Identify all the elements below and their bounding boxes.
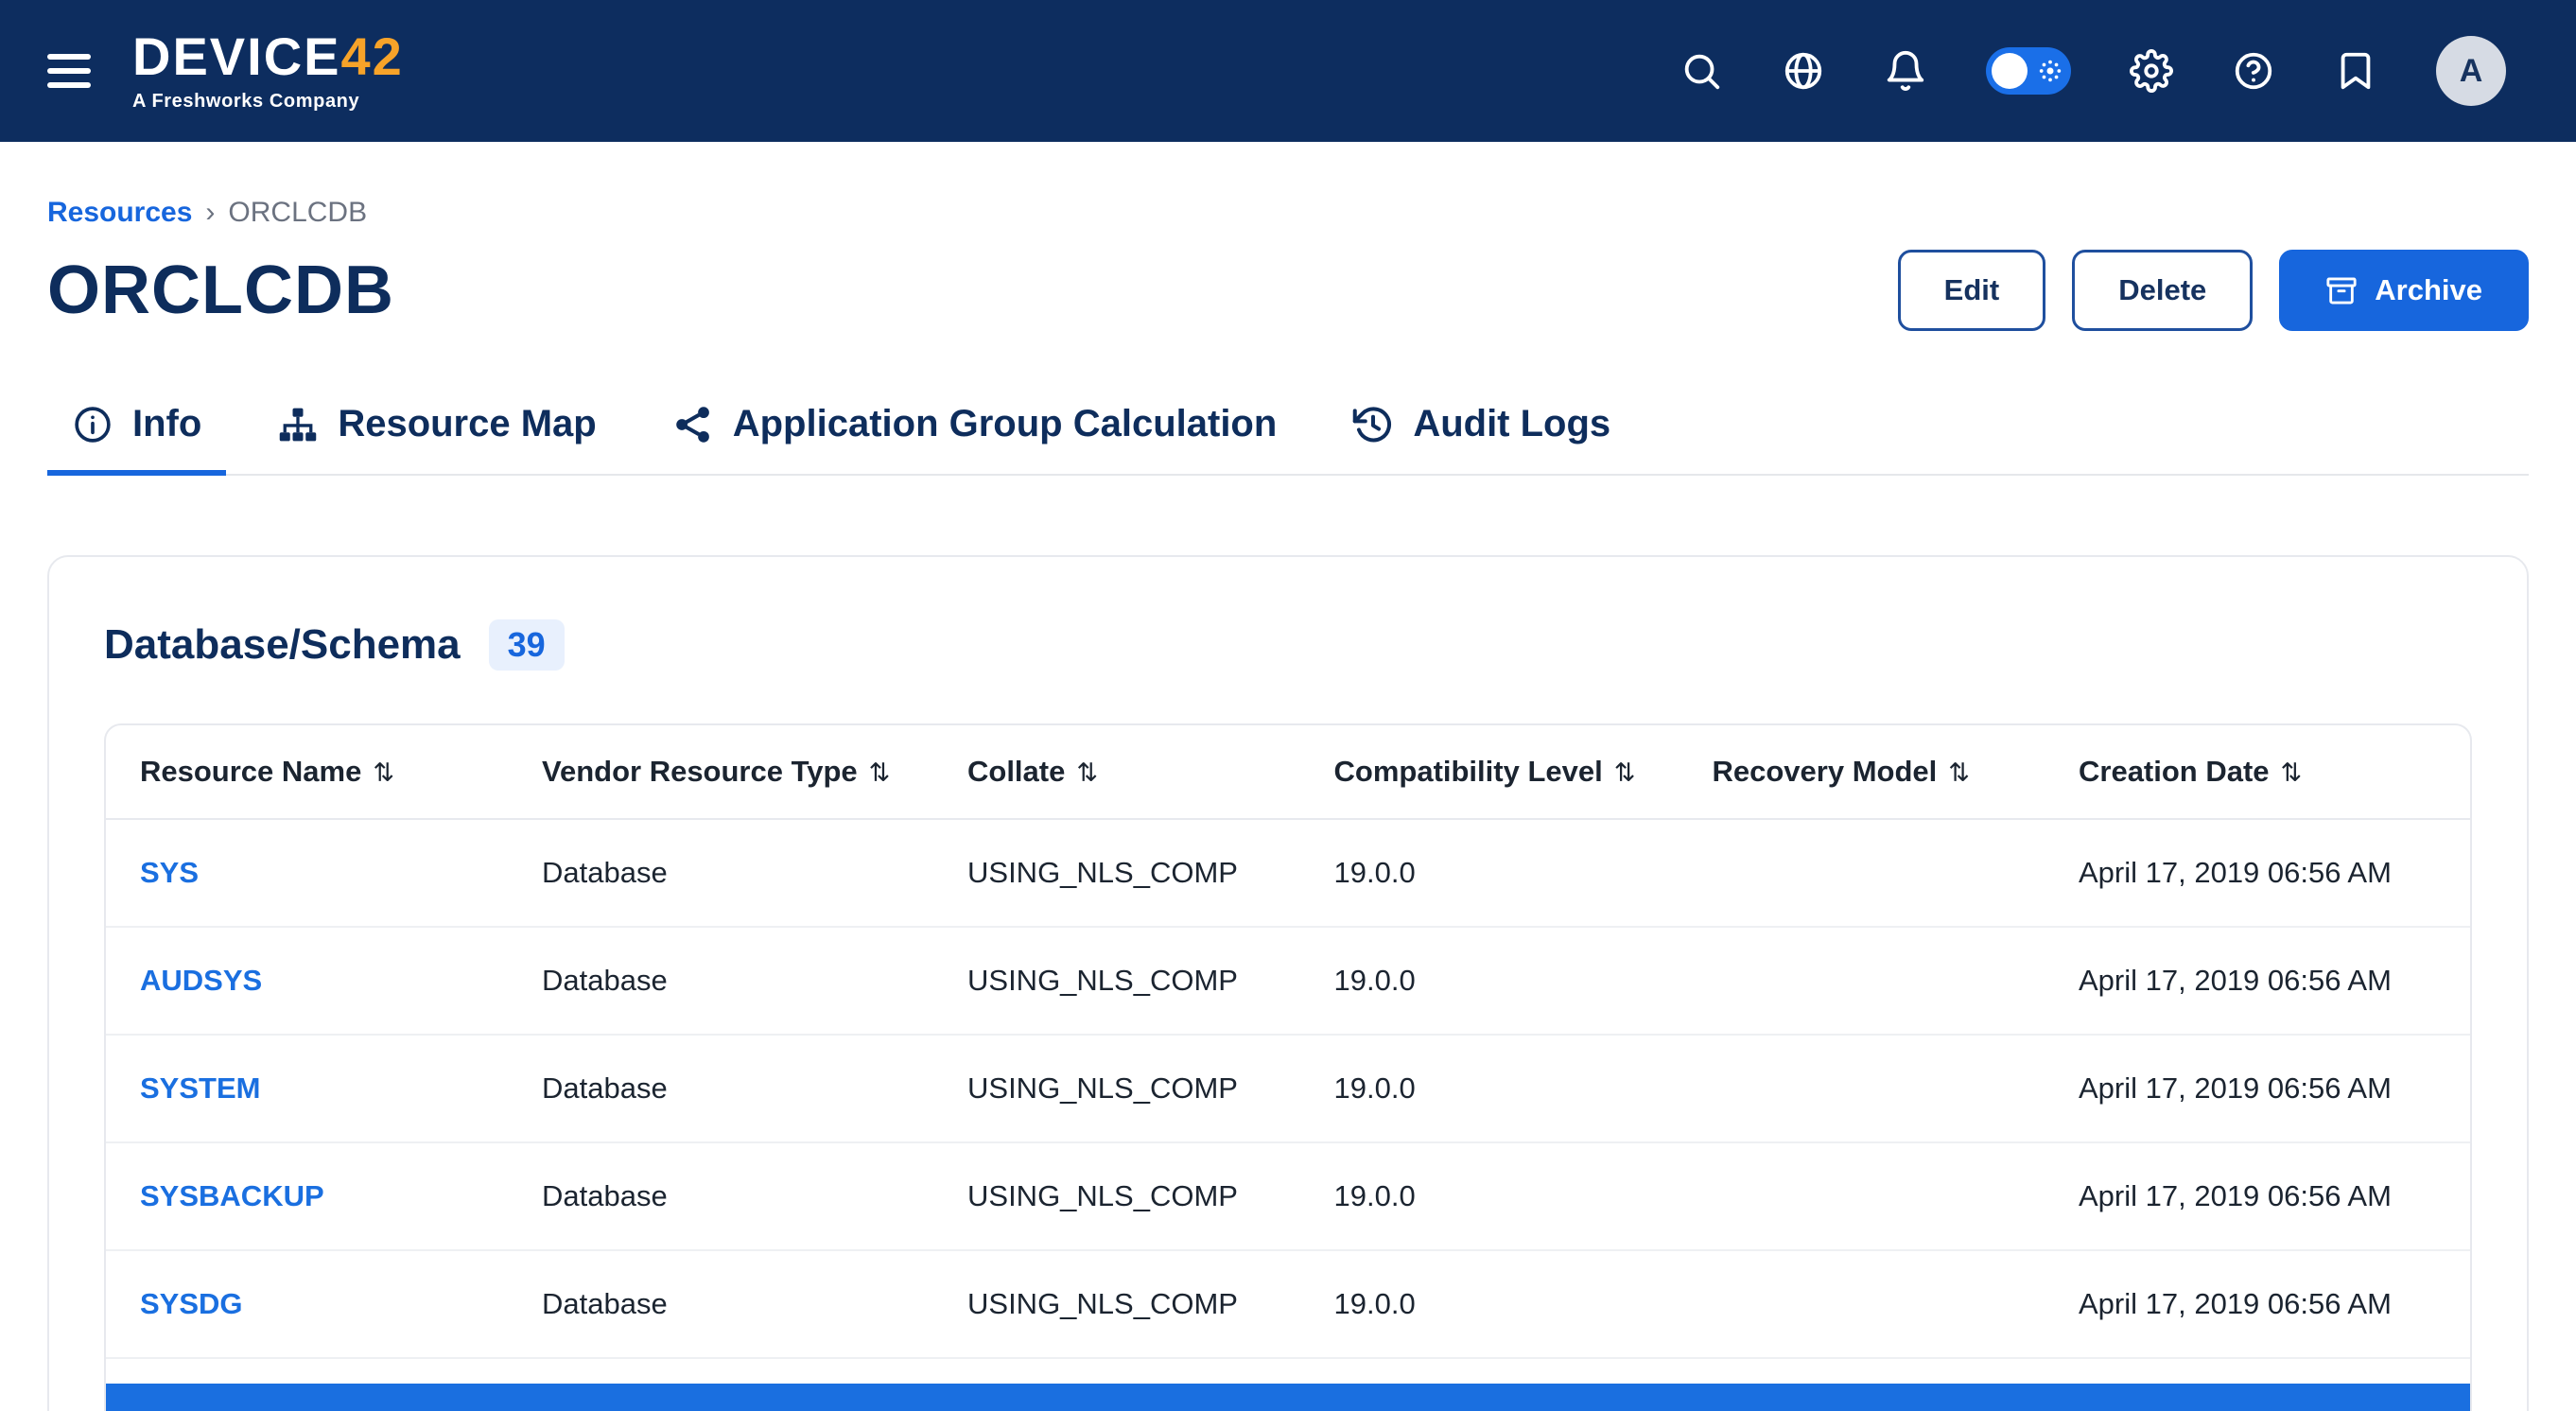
sort-icon: ⇅: [373, 758, 394, 788]
notifications-bell-icon[interactable]: [1884, 49, 1927, 93]
table-header-row: Resource Name⇅ Vendor Resource Type⇅ Col…: [106, 725, 2470, 819]
breadcrumb-resources-link[interactable]: Resources: [47, 197, 192, 229]
tab-info[interactable]: Info: [47, 388, 226, 476]
sort-icon: ⇅: [1076, 758, 1098, 788]
archive-button-label: Archive: [2375, 273, 2482, 307]
bookmark-icon[interactable]: [2334, 49, 2377, 93]
collate-cell: USING_NLS_COMP: [933, 1142, 1300, 1250]
table-row: SYSDG Database USING_NLS_COMP 19.0.0 Apr…: [106, 1250, 2470, 1358]
history-icon: [1352, 404, 1394, 445]
resource-name-link[interactable]: SYS: [106, 819, 508, 927]
table-row: SYS Database USING_NLS_COMP 19.0.0 April…: [106, 819, 2470, 927]
share-nodes-icon: [672, 404, 714, 445]
table-row: SYSBACKUP Database USING_NLS_COMP 19.0.0…: [106, 1142, 2470, 1250]
brand-tagline: A Freshworks Company: [132, 91, 404, 113]
brand-logo[interactable]: DEVICE42 A Freshworks Company: [132, 30, 404, 113]
sort-icon: ⇅: [1614, 758, 1636, 788]
table-body: SYS Database USING_NLS_COMP 19.0.0 April…: [106, 819, 2470, 1358]
tab-audit-logs[interactable]: Audit Logs: [1328, 388, 1635, 476]
sparkle-icon: [2037, 58, 2063, 84]
column-header-vendor-resource-type[interactable]: Vendor Resource Type⇅: [508, 725, 933, 819]
vendor-resource-type-cell: Database: [508, 819, 933, 927]
creation-date-cell: April 17, 2019 06:56 AM: [2045, 1142, 2470, 1250]
column-header-recovery-model[interactable]: Recovery Model⇅: [1679, 725, 2045, 819]
creation-date-cell: April 17, 2019 06:56 AM: [2045, 1035, 2470, 1142]
sort-icon: ⇅: [869, 758, 891, 788]
vendor-resource-type-cell: Database: [508, 1035, 933, 1142]
page-title: ORCLCDB: [47, 252, 394, 329]
page-actions: Edit Delete Archive: [1898, 250, 2529, 331]
recovery-model-cell: [1679, 1250, 2045, 1358]
info-icon: [72, 404, 113, 445]
main-content: Resources › ORCLCDB ORCLCDB Edit Delete …: [0, 142, 2576, 1411]
edit-button[interactable]: Edit: [1898, 250, 2046, 331]
gear-icon[interactable]: [2130, 49, 2173, 93]
tab-audit-logs-label: Audit Logs: [1413, 403, 1610, 445]
menu-icon[interactable]: [47, 46, 91, 96]
brand-accent: 42: [341, 26, 404, 86]
search-icon[interactable]: [1680, 49, 1723, 93]
avatar[interactable]: A: [2436, 36, 2506, 106]
compatibility-level-cell: 19.0.0: [1300, 1035, 1679, 1142]
column-header-creation-date[interactable]: Creation Date⇅: [2045, 725, 2470, 819]
resource-name-link[interactable]: SYSBACKUP: [106, 1142, 508, 1250]
toggle-knob: [1992, 53, 2028, 89]
recovery-model-cell: [1679, 1142, 2045, 1250]
database-schema-card: Database/Schema 39 Resource Name⇅ Vendor…: [47, 555, 2529, 1411]
tab-info-label: Info: [132, 403, 201, 445]
archive-button[interactable]: Archive: [2279, 250, 2529, 331]
tab-resource-map-label: Resource Map: [338, 403, 596, 445]
recovery-model-cell: [1679, 927, 2045, 1035]
recovery-model-cell: [1679, 1035, 2045, 1142]
help-icon[interactable]: [2232, 49, 2275, 93]
sort-icon: ⇅: [2281, 758, 2303, 788]
column-header-resource-name[interactable]: Resource Name⇅: [106, 725, 508, 819]
column-header-compatibility-level[interactable]: Compatibility Level⇅: [1300, 725, 1679, 819]
compatibility-level-cell: 19.0.0: [1300, 1142, 1679, 1250]
collate-cell: USING_NLS_COMP: [933, 1035, 1300, 1142]
clipped-bottom-bar: [106, 1384, 2470, 1411]
sort-icon: ⇅: [1948, 758, 1970, 788]
sitemap-icon: [277, 404, 319, 445]
theme-toggle[interactable]: [1986, 47, 2071, 95]
vendor-resource-type-cell: Database: [508, 927, 933, 1035]
compatibility-level-cell: 19.0.0: [1300, 819, 1679, 927]
creation-date-cell: April 17, 2019 06:56 AM: [2045, 927, 2470, 1035]
table-row: AUDSYS Database USING_NLS_COMP 19.0.0 Ap…: [106, 927, 2470, 1035]
tab-bar: Info Resource Map Application Group Calc…: [47, 388, 2529, 476]
resource-name-link[interactable]: SYSDG: [106, 1250, 508, 1358]
compatibility-level-cell: 19.0.0: [1300, 1250, 1679, 1358]
section-title: Database/Schema: [104, 621, 461, 669]
collate-cell: USING_NLS_COMP: [933, 927, 1300, 1035]
globe-icon[interactable]: [1782, 49, 1825, 93]
collate-cell: USING_NLS_COMP: [933, 1250, 1300, 1358]
creation-date-cell: April 17, 2019 06:56 AM: [2045, 819, 2470, 927]
collate-cell: USING_NLS_COMP: [933, 819, 1300, 927]
column-header-collate[interactable]: Collate⇅: [933, 725, 1300, 819]
tab-resource-map[interactable]: Resource Map: [252, 388, 620, 476]
top-navbar: DEVICE42 A Freshworks Company A: [0, 0, 2576, 142]
breadcrumb-current: ORCLCDB: [228, 197, 367, 229]
creation-date-cell: April 17, 2019 06:56 AM: [2045, 1250, 2470, 1358]
archive-icon: [2325, 274, 2358, 306]
table-row: SYSTEM Database USING_NLS_COMP 19.0.0 Ap…: [106, 1035, 2470, 1142]
delete-button[interactable]: Delete: [2072, 250, 2253, 331]
brand-name: DEVICE42: [132, 30, 404, 83]
resource-name-link[interactable]: SYSTEM: [106, 1035, 508, 1142]
breadcrumb-separator: ›: [205, 197, 215, 229]
database-schema-table: Resource Name⇅ Vendor Resource Type⇅ Col…: [104, 723, 2472, 1411]
tab-application-group-calculation[interactable]: Application Group Calculation: [648, 388, 1302, 476]
compatibility-level-cell: 19.0.0: [1300, 927, 1679, 1035]
count-badge: 39: [489, 619, 565, 671]
tab-application-group-calculation-label: Application Group Calculation: [733, 403, 1278, 445]
resource-name-link[interactable]: AUDSYS: [106, 927, 508, 1035]
vendor-resource-type-cell: Database: [508, 1250, 933, 1358]
vendor-resource-type-cell: Database: [508, 1142, 933, 1250]
recovery-model-cell: [1679, 819, 2045, 927]
breadcrumb: Resources › ORCLCDB: [47, 197, 2529, 229]
